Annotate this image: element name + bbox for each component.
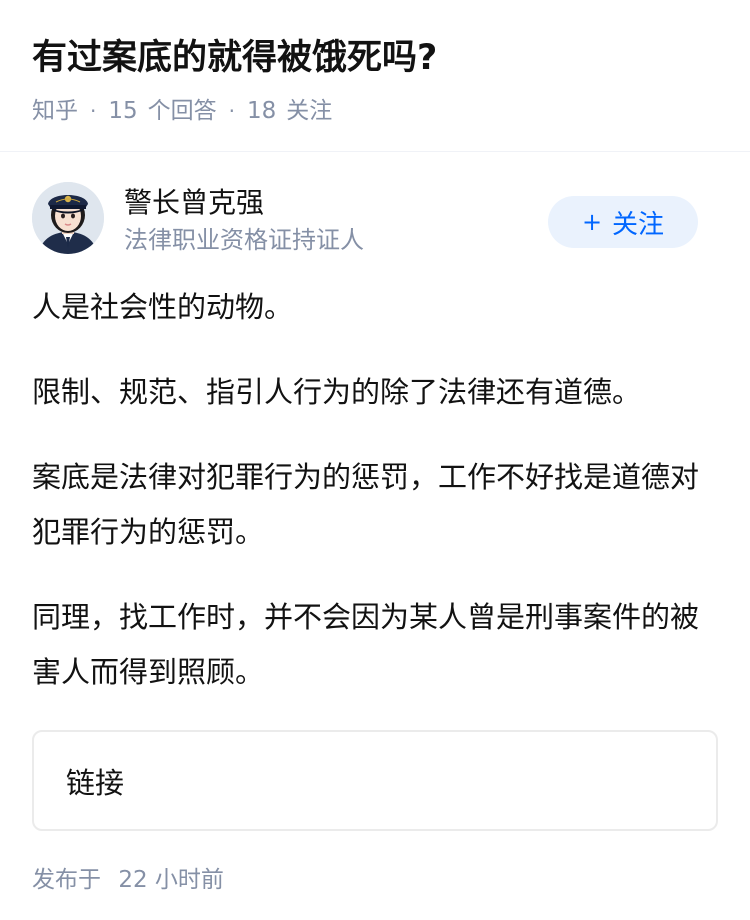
- plus-icon: +: [581, 208, 603, 236]
- meta-separator: ·: [228, 99, 235, 123]
- question-meta: 知乎 · 15 个回答 · 18 关注: [32, 96, 718, 126]
- question-title[interactable]: 有过案底的就得被饿死吗?: [32, 34, 718, 82]
- police-avatar-icon[interactable]: [32, 182, 104, 254]
- answers-label[interactable]: 个回答: [148, 96, 217, 126]
- author-info: 警长曾克强 法律职业资格证持证人 + 关注: [32, 182, 718, 292]
- publish-time-value: 22 小时前: [118, 867, 224, 893]
- meta-separator: ·: [90, 99, 97, 123]
- answers-count: 15: [108, 98, 138, 124]
- zhihu-answer-page: 有过案底的就得被饿死吗? 知乎 · 15 个回答 · 18 关注 警长曾克强 法…: [0, 0, 750, 920]
- answer-paragraph: 同理，找工作时，并不会因为某人曾是刑事案件的被害人而得到照顾。: [32, 600, 700, 689]
- header-divider: [0, 151, 750, 152]
- author-name[interactable]: 警长曾克强: [124, 185, 264, 221]
- answer-content: 人是社会性的动物。 限制、规范、指引人行为的除了法律还有道德。 案底是法律对犯罪…: [32, 280, 718, 700]
- link-card-label: 链接: [66, 765, 125, 800]
- publish-time: 发布于 22 小时前: [32, 865, 718, 895]
- author-badge: 法律职业资格证持证人: [124, 226, 364, 254]
- followers-label: 关注: [286, 98, 333, 124]
- publish-prefix: 发布于: [32, 867, 101, 893]
- followers-count: 18: [247, 98, 277, 124]
- source-label[interactable]: 知乎: [32, 96, 78, 126]
- answer-paragraph: 案底是法律对犯罪行为的惩罚，工作不好找是道德对犯罪行为的惩罚。: [32, 460, 700, 549]
- follow-label: 关注: [612, 209, 665, 240]
- answer-card: 警长曾克强 法律职业资格证持证人 + 关注 人是社会性的动物。 限制、规范、指引…: [0, 182, 750, 895]
- answer-paragraph: 限制、规范、指引人行为的除了法律还有道德。: [32, 375, 642, 409]
- question-header: 有过案底的就得被饿死吗? 知乎 · 15 个回答 · 18 关注: [0, 0, 750, 124]
- follow-button[interactable]: + 关注: [548, 196, 698, 248]
- link-card[interactable]: 链接: [32, 730, 718, 831]
